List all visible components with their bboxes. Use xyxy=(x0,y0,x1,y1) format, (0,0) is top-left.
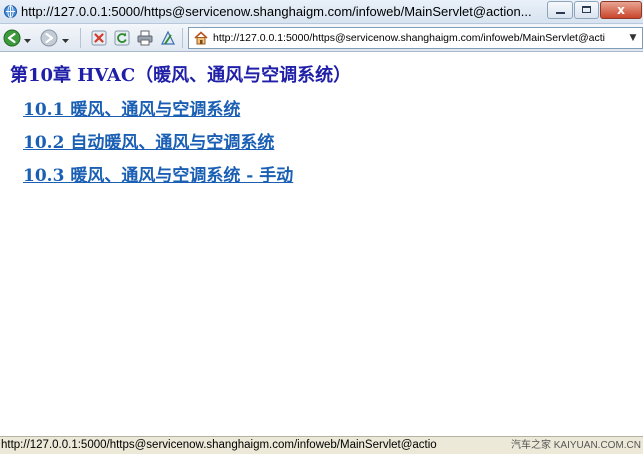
address-url[interactable]: http://127.0.0.1:5000/https@servicenow.s… xyxy=(213,30,623,46)
browser-app-icon[interactable] xyxy=(3,4,18,19)
chapter-title: 第10章 HVAC（暖风、通风与空调系统） xyxy=(10,65,352,86)
toolbar-separator xyxy=(80,28,81,48)
maximize-button[interactable] xyxy=(574,1,599,19)
status-url: http://127.0.0.1:5000/https@servicenow.s… xyxy=(1,439,437,451)
back-arrow-icon[interactable] xyxy=(3,29,21,47)
status-bar: http://127.0.0.1:5000/https@servicenow.s… xyxy=(0,436,643,454)
refresh-icon[interactable] xyxy=(113,29,131,47)
forward-arrow-icon[interactable] xyxy=(40,29,58,47)
toc-link-10-1[interactable]: 10.1 暖风、通风与空调系统 xyxy=(23,99,240,121)
printer-icon[interactable] xyxy=(136,29,154,47)
minimize-button[interactable] xyxy=(547,1,573,19)
toc-link-10-2[interactable]: 10.2 自动暖风、通风与空调系统 xyxy=(23,132,274,154)
title-bar[interactable]: http://127.0.0.1:5000/https@servicenow.s… xyxy=(0,0,643,24)
browser-window: http://127.0.0.1:5000/https@servicenow.s… xyxy=(0,0,643,454)
close-icon: x xyxy=(617,3,625,17)
navigation-toolbar: http://127.0.0.1:5000/https@servicenow.s… xyxy=(0,24,643,52)
edit-page-icon[interactable] xyxy=(159,29,177,47)
forward-history-dropdown[interactable] xyxy=(61,32,70,44)
window-title: http://127.0.0.1:5000/https@servicenow.s… xyxy=(21,4,532,19)
chevron-down-icon[interactable]: ▼ xyxy=(625,29,641,47)
watermark: 汽车之家 KAIYUAN.COM.CN xyxy=(510,440,641,451)
stop-icon[interactable] xyxy=(90,29,108,47)
close-button[interactable]: x xyxy=(600,1,642,19)
minimize-icon xyxy=(556,12,565,14)
maximize-icon xyxy=(582,6,591,13)
address-bar[interactable]: http://127.0.0.1:5000/https@servicenow.s… xyxy=(188,27,643,49)
back-history-dropdown[interactable] xyxy=(23,32,32,44)
toolbar-separator xyxy=(182,28,183,48)
page-content: 第10章 HVAC（暖风、通风与空调系统） 10.1 暖风、通风与空调系统 10… xyxy=(0,52,643,436)
toc-link-10-3[interactable]: 10.3 暖风、通风与空调系统 - 手动 xyxy=(23,165,293,187)
home-icon[interactable] xyxy=(193,30,209,46)
